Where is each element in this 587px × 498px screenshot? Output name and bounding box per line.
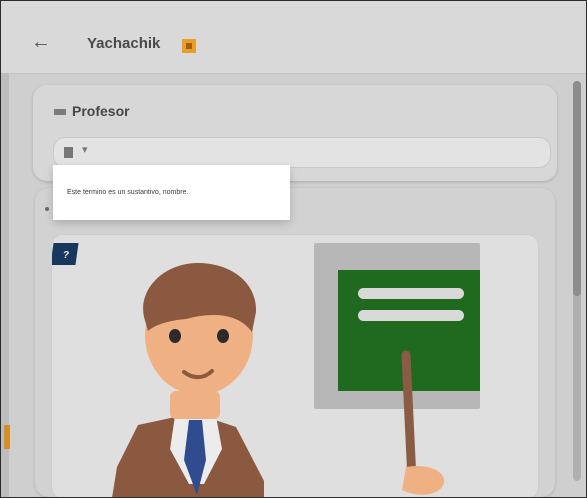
left-edge — [1, 73, 10, 497]
meaning-row[interactable]: ▾ — [53, 137, 551, 168]
tooltip-text: Este termino es un sustantivo, nombre. — [67, 189, 189, 196]
word-text: Profesor — [72, 103, 130, 119]
scrollbar[interactable] — [573, 81, 581, 481]
word-title: Profesor — [54, 103, 130, 119]
book-icon — [64, 147, 73, 158]
app-bar: ← Yachachik — [1, 1, 586, 74]
back-arrow-icon[interactable]: ← — [31, 31, 53, 53]
word-icon — [54, 109, 66, 116]
teacher-illustration — [112, 243, 480, 497]
illustration-frame: ? — [51, 234, 539, 497]
chevron-down-icon[interactable]: ▾ — [82, 143, 88, 156]
bullet-dot — [45, 207, 49, 211]
edge-indicator — [4, 425, 10, 449]
content-card: ? — [35, 188, 555, 497]
flag-icon[interactable] — [182, 39, 196, 53]
app-title: Yachachik — [87, 35, 161, 52]
app-window: ← Yachachik Profesor ▾ ? Este termino es… — [0, 0, 587, 498]
definition-tooltip: Este termino es un sustantivo, nombre. — [53, 165, 290, 220]
scrollbar-thumb[interactable] — [573, 81, 581, 296]
